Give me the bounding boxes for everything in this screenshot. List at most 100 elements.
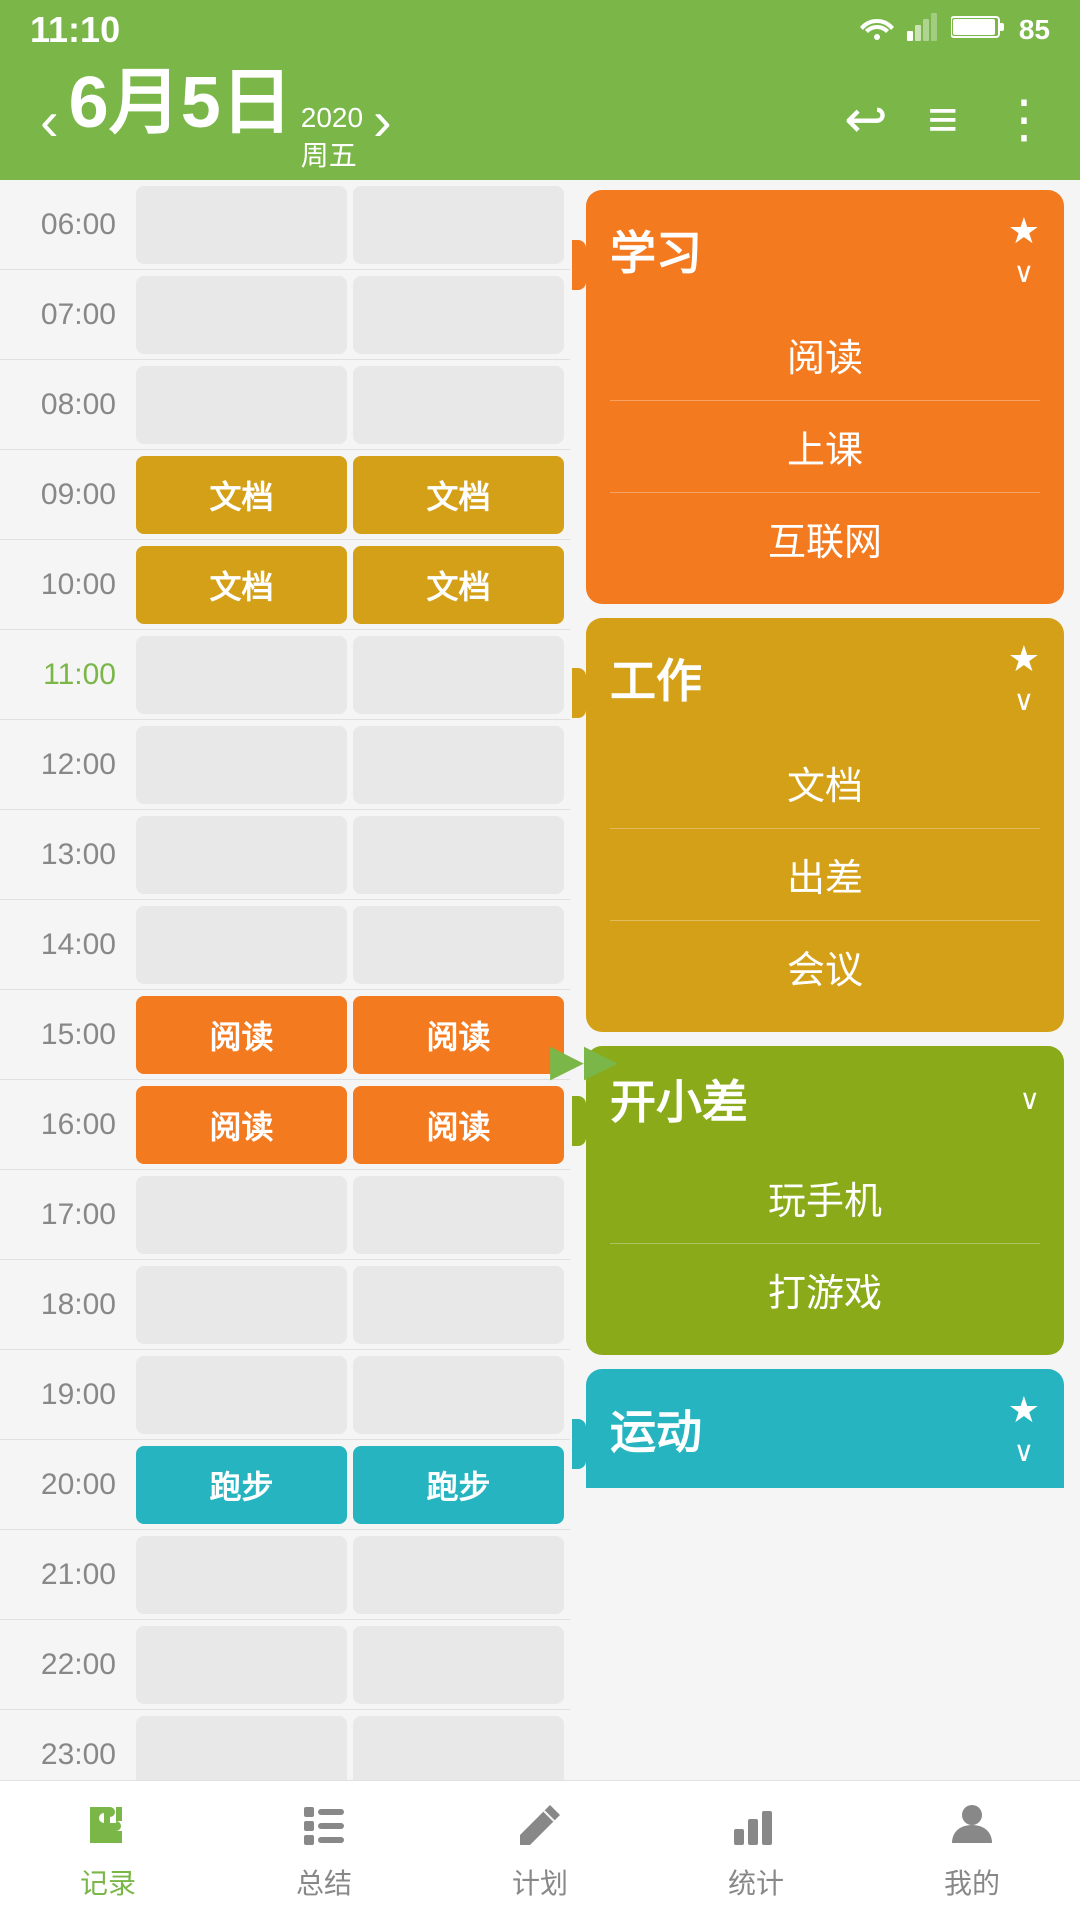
sub-item[interactable]: 阅读	[610, 309, 1040, 401]
time-slots	[130, 1260, 570, 1349]
time-slots	[130, 180, 570, 269]
time-slots	[130, 1350, 570, 1439]
time-row[interactable]: 17:00	[0, 1170, 570, 1260]
category-title-study: 学习	[610, 217, 702, 283]
time-slot[interactable]: 文档	[136, 546, 347, 624]
time-slots	[130, 1530, 570, 1619]
time-slot[interactable]	[353, 636, 564, 714]
menu-button[interactable]: ≡	[928, 90, 958, 150]
time-slot[interactable]	[353, 1266, 564, 1344]
time-slot[interactable]: 阅读	[353, 996, 564, 1074]
time-slot[interactable]	[136, 1266, 347, 1344]
time-slot[interactable]	[353, 1626, 564, 1704]
time-slot[interactable]	[136, 816, 347, 894]
sub-item[interactable]: 打游戏	[610, 1244, 1040, 1335]
time-row[interactable]: 09:00文档文档	[0, 450, 570, 540]
next-date-button[interactable]: ›	[363, 88, 402, 153]
time-slot[interactable]	[353, 1356, 564, 1434]
right-panel: 学习 ★ ∨ 阅读上课互联网工作★∨文档出差会议开小差∨玩手机打游戏运动★∨	[570, 180, 1080, 1800]
category-header-study[interactable]: 学习 ★ ∨	[586, 190, 1064, 309]
time-label: 23:00	[0, 1738, 130, 1772]
sub-item[interactable]: 上课	[610, 401, 1040, 493]
time-row[interactable]: 14:00	[0, 900, 570, 990]
nav-plan-label: 计划	[512, 1862, 568, 1902]
nav-record[interactable]: 记录	[18, 1799, 198, 1902]
time-label: 22:00	[0, 1648, 130, 1682]
time-slot[interactable]: 文档	[353, 456, 564, 534]
time-slot[interactable]: 跑步	[353, 1446, 564, 1524]
time-row[interactable]: 13:00	[0, 810, 570, 900]
year-display: 2020	[301, 102, 363, 134]
time-slot[interactable]	[136, 366, 347, 444]
time-slot[interactable]	[136, 276, 347, 354]
time-slot[interactable]: 文档	[353, 546, 564, 624]
sub-item[interactable]: 出差	[610, 829, 1040, 921]
time-slot[interactable]	[353, 906, 564, 984]
nav-mine[interactable]: 我的	[882, 1799, 1062, 1902]
more-button[interactable]: ⋮	[998, 90, 1050, 150]
time-row[interactable]: 10:00文档文档	[0, 540, 570, 630]
time-row[interactable]: 18:00	[0, 1260, 570, 1350]
time-row[interactable]: 16:00阅读阅读	[0, 1080, 570, 1170]
chevron-down-icon: ∨	[1014, 256, 1035, 289]
time-slot[interactable]	[353, 186, 564, 264]
time-row[interactable]: 21:00	[0, 1530, 570, 1620]
time-slot[interactable]	[353, 1536, 564, 1614]
nav-summary[interactable]: 总结	[234, 1799, 414, 1902]
battery-icon	[951, 13, 1007, 48]
sub-item[interactable]: 会议	[610, 921, 1040, 1012]
time-slots	[130, 1170, 570, 1259]
time-row[interactable]: 22:00	[0, 1620, 570, 1710]
time-slots	[130, 360, 570, 449]
prev-date-button[interactable]: ‹	[30, 88, 69, 153]
time-slot[interactable]	[136, 726, 347, 804]
header-right: ↩ ≡ ⋮	[844, 90, 1050, 150]
time-slot[interactable]	[136, 1536, 347, 1614]
list-icon	[298, 1799, 350, 1856]
nav-stats[interactable]: 统计	[666, 1799, 846, 1902]
time-slots	[130, 1620, 570, 1709]
person-icon	[946, 1799, 998, 1856]
sub-item[interactable]: 互联网	[610, 493, 1040, 584]
sub-item[interactable]: 玩手机	[610, 1152, 1040, 1244]
time-row[interactable]: 15:00阅读阅读	[0, 990, 570, 1080]
time-slot[interactable]: 跑步	[136, 1446, 347, 1524]
time-slot[interactable]: 阅读	[136, 1086, 347, 1164]
category-title-exercise: 运动	[610, 1396, 702, 1462]
time-slot[interactable]	[136, 1626, 347, 1704]
time-slot[interactable]: 阅读	[353, 1086, 564, 1164]
time-row[interactable]: 06:00	[0, 180, 570, 270]
time-slot[interactable]	[136, 636, 347, 714]
time-slots	[130, 720, 570, 809]
time-label: 09:00	[0, 478, 130, 512]
time-slot[interactable]	[353, 366, 564, 444]
time-slot[interactable]: 阅读	[136, 996, 347, 1074]
time-row[interactable]: 11:00	[0, 630, 570, 720]
time-slot[interactable]	[353, 816, 564, 894]
bottom-nav: 记录 总结 计划	[0, 1780, 1080, 1920]
time-slot[interactable]	[353, 276, 564, 354]
time-slot[interactable]	[136, 906, 347, 984]
time-slot[interactable]	[353, 1176, 564, 1254]
time-slot[interactable]	[136, 1176, 347, 1254]
category-header-slack[interactable]: 开小差∨	[586, 1046, 1064, 1152]
time-row[interactable]: 08:00	[0, 360, 570, 450]
time-row[interactable]: 20:00跑步跑步	[0, 1440, 570, 1530]
time-row[interactable]: 12:00	[0, 720, 570, 810]
time-row[interactable]: 07:00	[0, 270, 570, 360]
time-row[interactable]: 19:00	[0, 1350, 570, 1440]
time-slot[interactable]: 文档	[136, 456, 347, 534]
nav-plan[interactable]: 计划	[450, 1799, 630, 1902]
category-header-exercise[interactable]: 运动★∨	[586, 1369, 1064, 1488]
time-slot[interactable]	[136, 1356, 347, 1434]
header: ‹ 6月5日 2020 周五 › ↩ ≡ ⋮	[0, 60, 1080, 180]
star-icon: ★	[1008, 210, 1040, 252]
time-label: 12:00	[0, 748, 130, 782]
status-time: 11:10	[30, 9, 120, 51]
time-slot[interactable]	[353, 726, 564, 804]
sub-item[interactable]: 文档	[610, 737, 1040, 829]
chevron-down-icon: ∨	[1014, 684, 1035, 717]
time-slot[interactable]	[136, 186, 347, 264]
undo-button[interactable]: ↩	[844, 90, 888, 150]
category-header-work[interactable]: 工作★∨	[586, 618, 1064, 737]
